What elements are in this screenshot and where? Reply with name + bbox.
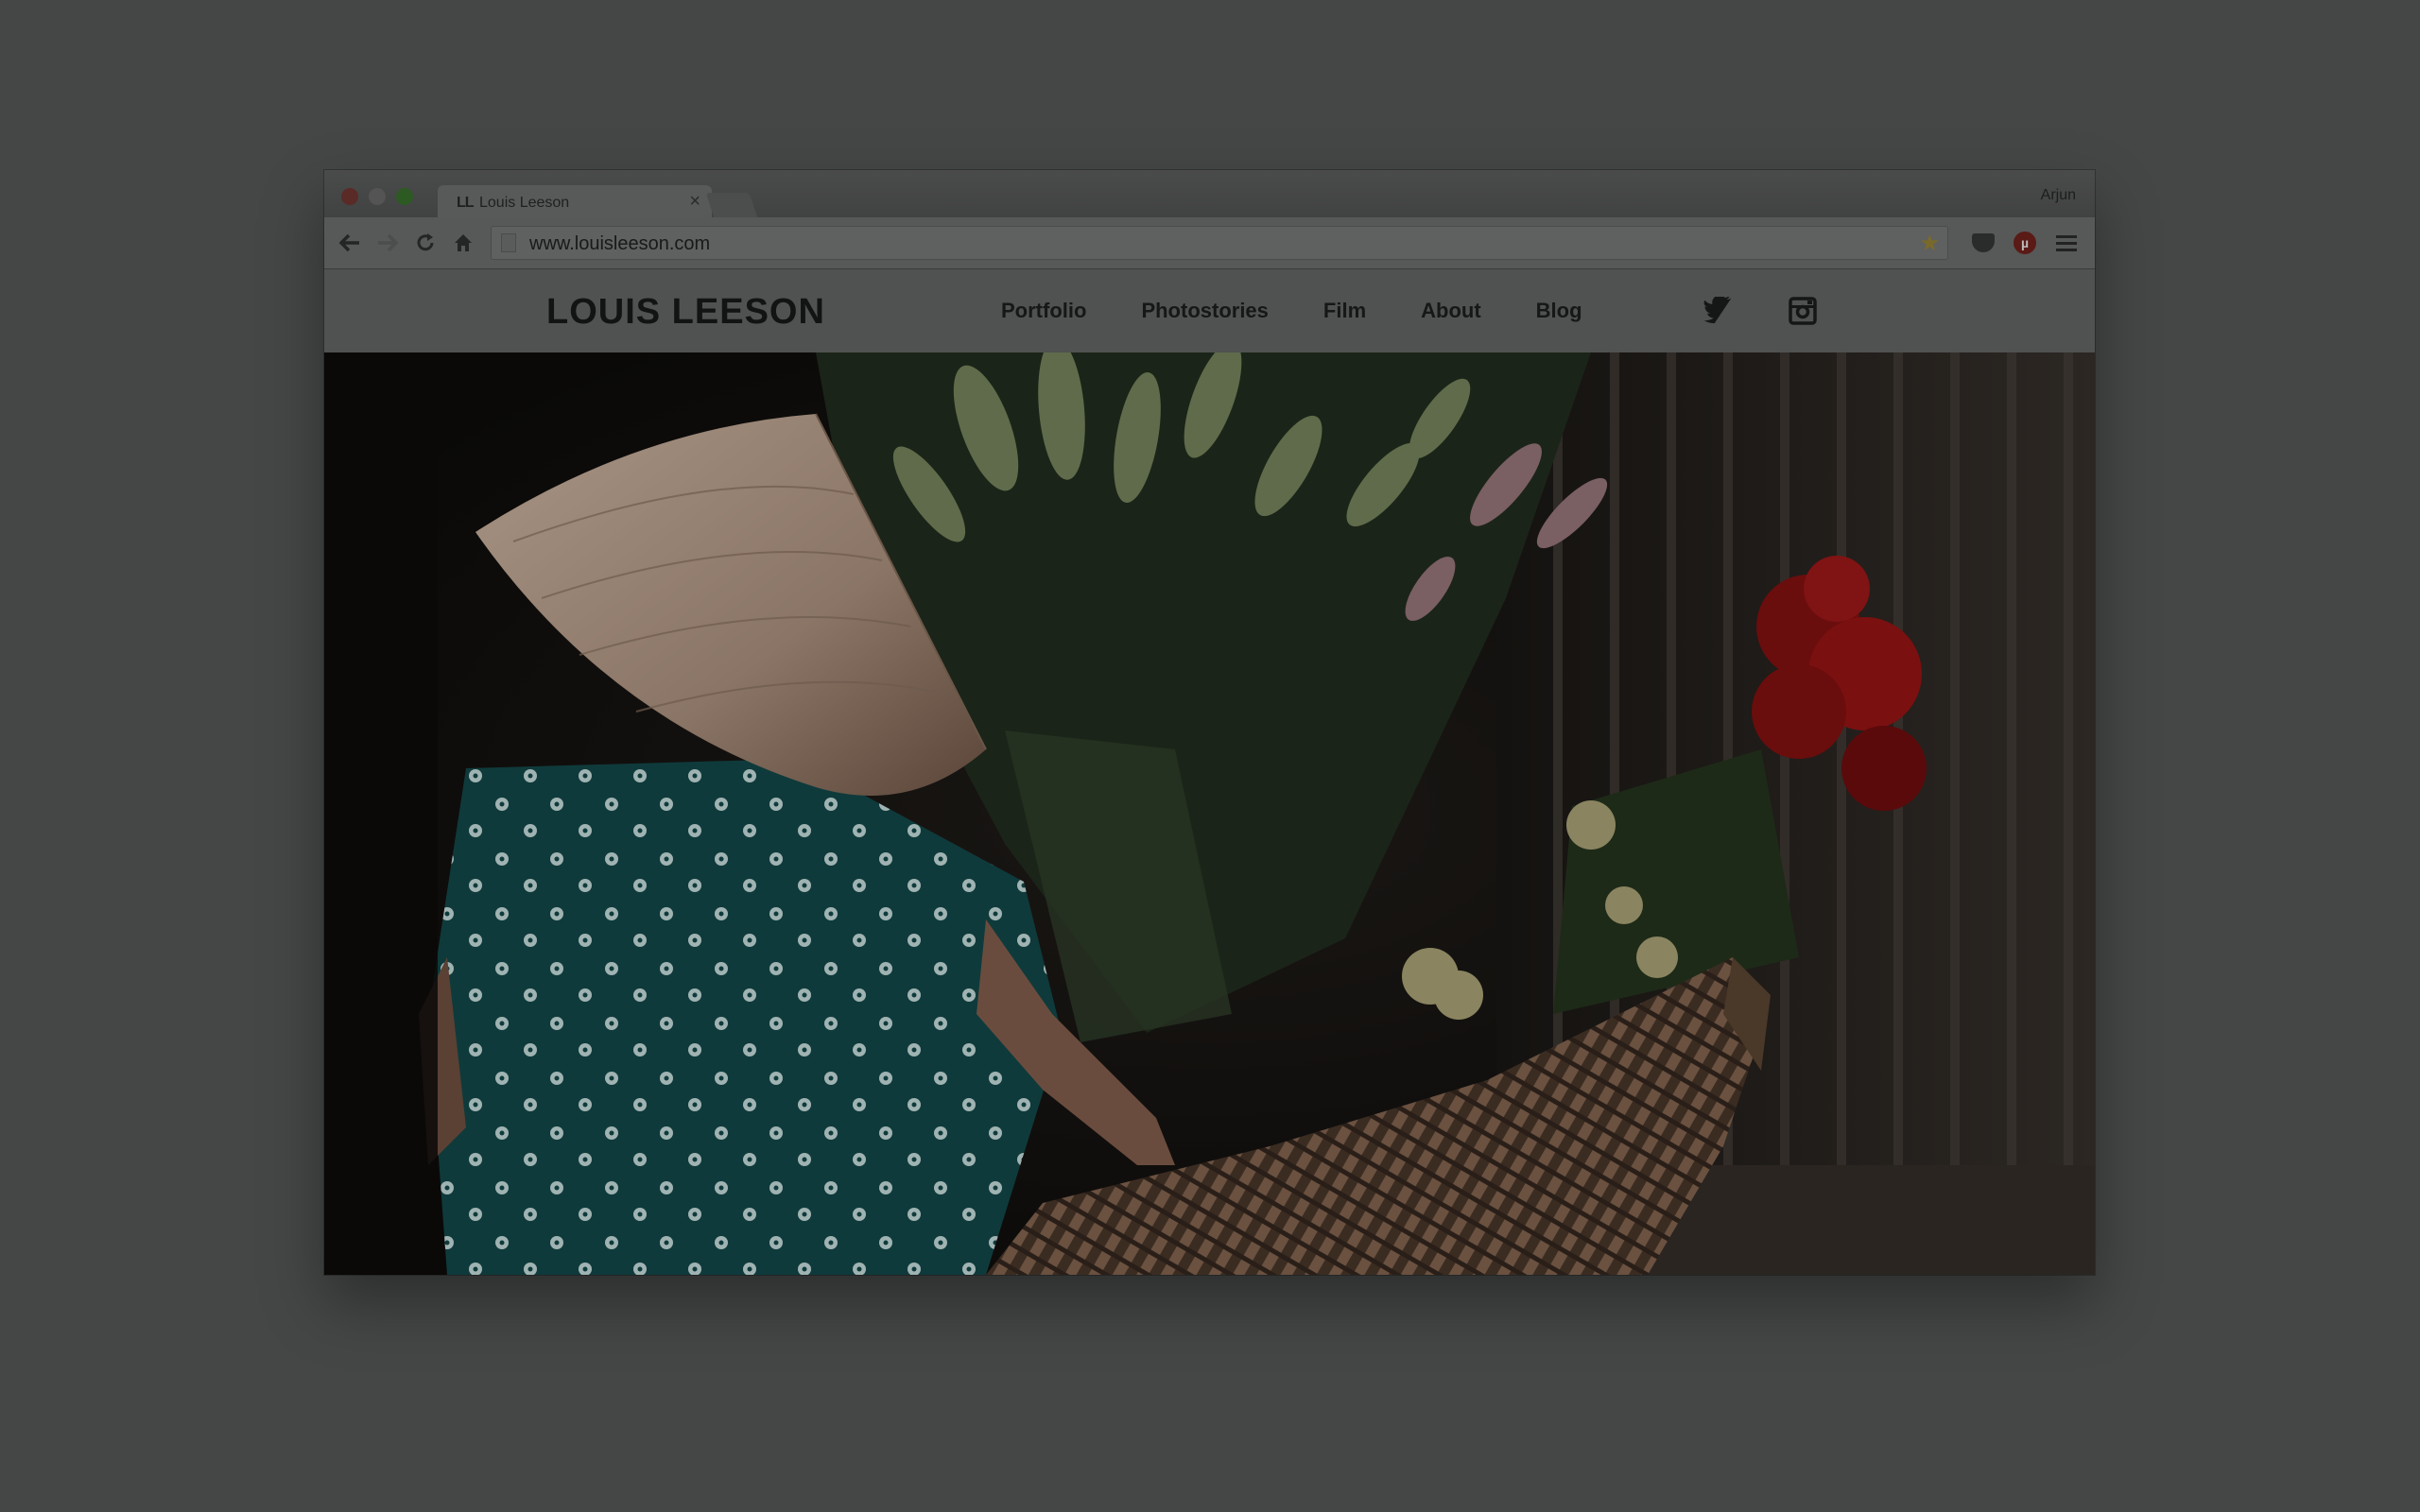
- site-logo[interactable]: LOUIS LEESON: [546, 292, 825, 333]
- url-text[interactable]: www.louisleeson.com: [529, 233, 710, 255]
- page-icon: [501, 233, 516, 252]
- back-arrow-icon[interactable]: [336, 229, 364, 257]
- twitter-icon[interactable]: [1703, 294, 1737, 328]
- close-window-button[interactable]: [341, 188, 358, 205]
- address-bar[interactable]: www.louisleeson.com ★: [491, 226, 1948, 260]
- tab-title: Louis Leeson: [479, 195, 570, 211]
- street-vendor-flowers-image: [324, 352, 2095, 1275]
- new-tab-button[interactable]: [705, 193, 758, 217]
- reload-icon[interactable]: [411, 229, 440, 257]
- nav-film[interactable]: Film: [1323, 299, 1366, 323]
- instagram-icon[interactable]: [1786, 294, 1820, 328]
- maximize-window-button[interactable]: [396, 188, 413, 205]
- minimize-window-button[interactable]: [369, 188, 386, 205]
- browser-toolbar: www.louisleeson.com ★ µ: [324, 217, 2095, 269]
- tab-close-icon[interactable]: ×: [689, 191, 700, 213]
- nav-photostories[interactable]: Photostories: [1141, 299, 1268, 323]
- ublock-badge: µ: [2014, 232, 2036, 254]
- nav-portfolio[interactable]: Portfolio: [1001, 299, 1086, 323]
- home-icon[interactable]: [449, 229, 477, 257]
- favicon-icon: LL: [457, 195, 475, 211]
- tab-louis-leeson[interactable]: LL Louis Leeson ×: [438, 185, 712, 219]
- star-icon[interactable]: ★: [1919, 230, 1940, 257]
- ublock-icon[interactable]: µ: [2011, 229, 2039, 257]
- profile-name[interactable]: Arjun: [2041, 187, 2076, 204]
- pocket-icon[interactable]: [1969, 229, 1997, 257]
- nav-about[interactable]: About: [1421, 299, 1481, 323]
- site-header: LOUIS LEESON Portfolio Photostories Film…: [324, 269, 2095, 352]
- main-nav: Portfolio Photostories Film About Blog: [1001, 269, 1637, 352]
- forward-arrow-icon[interactable]: [373, 229, 402, 257]
- hero-photo: [324, 352, 2095, 1275]
- browser-window: LL Louis Leeson × Arjun www.louisleeson.…: [324, 170, 2095, 1275]
- nav-blog[interactable]: Blog: [1536, 299, 1582, 323]
- hamburger-menu-icon[interactable]: [2052, 229, 2081, 257]
- tab-strip: LL Louis Leeson × Arjun: [324, 170, 2095, 219]
